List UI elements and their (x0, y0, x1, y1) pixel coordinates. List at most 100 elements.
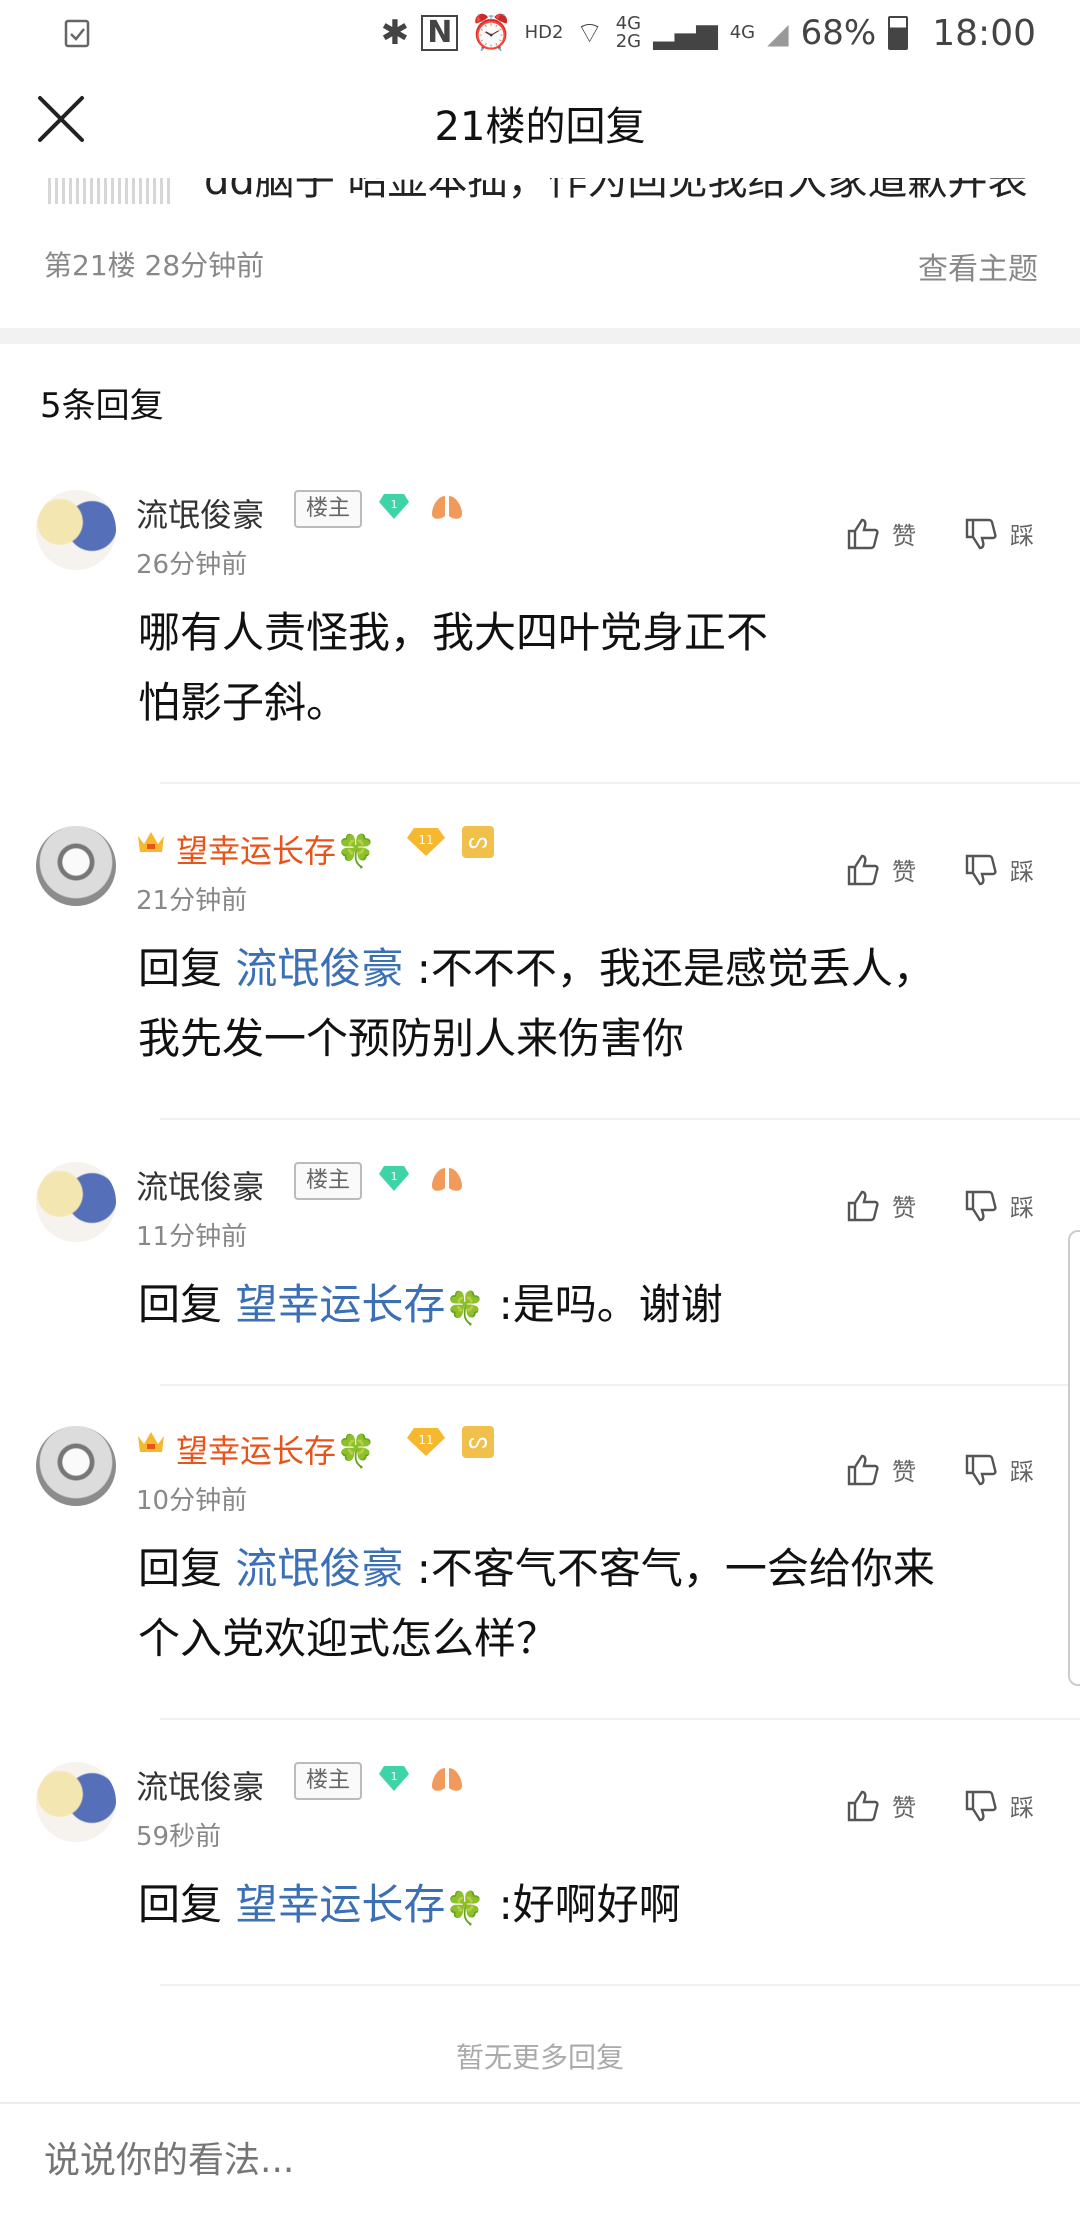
reply-time: 10分钟前 (136, 1486, 248, 1516)
thumbs-down-icon (965, 854, 997, 885)
username[interactable]: 流氓俊豪 (136, 1162, 264, 1208)
clover-icon: 🍀 (336, 832, 376, 870)
battery-percent: 68% (800, 13, 877, 53)
network-label: 4G 2G (615, 13, 642, 52)
network-label-b: 4G (729, 22, 756, 43)
reply-time: 26分钟前 (136, 550, 248, 580)
thumbs-down-icon (965, 518, 997, 549)
dislike-label: 踩 (1010, 858, 1034, 886)
thumbs-up-icon (847, 1790, 879, 1821)
username[interactable]: 流氓俊豪 (136, 1762, 264, 1808)
diamond-gem-icon: 1 (379, 494, 409, 519)
reply-time: 59秒前 (136, 1822, 222, 1852)
status-icons: ✱ N ⏰ HD2 ⌔ 4G 2G ▂▄▆ 4G ◢ 68% 18:00 (381, 10, 1036, 56)
signal-icon-b: ◢ (767, 16, 789, 50)
svg-text:1: 1 (391, 1170, 398, 1183)
username[interactable]: 望幸运长存🍀 (176, 826, 376, 872)
crown-icon (138, 1432, 164, 1452)
dislike-button[interactable]: 踩 (964, 1788, 1034, 1823)
view-topic-link[interactable]: 查看主题 (918, 244, 1038, 288)
bluetooth-icon: ✱ (380, 13, 410, 53)
dislike-button[interactable]: 踩 (964, 1452, 1034, 1487)
avatar[interactable] (36, 490, 116, 570)
lung-icon (432, 1768, 462, 1791)
clover-icon: 🍀 (445, 1289, 486, 1327)
thumbs-down-icon (965, 1790, 997, 1821)
mention-link[interactable]: 流氓俊豪 (235, 1544, 403, 1593)
reply-divider (160, 1118, 1080, 1120)
reply-divider (160, 1984, 1080, 1986)
hd-indicator: HD2 (524, 22, 564, 43)
reply-time: 21分钟前 (136, 886, 248, 916)
clover-icon: 🍀 (336, 1432, 376, 1470)
svg-text:11: 11 (418, 1433, 433, 1447)
reply-divider (160, 782, 1080, 784)
lung-icon (432, 496, 462, 519)
gold-gem-icon: 11 (407, 1428, 445, 1456)
like-button[interactable]: 赞 (846, 852, 916, 887)
original-post-preview[interactable]: dd脑子 昭显本拙，作为回见我给大家道歉并表 (0, 178, 1080, 206)
status-bar: ✱ N ⏰ HD2 ⌔ 4G 2G ▂▄▆ 4G ◢ 68% 18:00 (0, 0, 1080, 66)
reply-content: 哪有人责怪我，我大四叶党身正不 怕影子斜。 (138, 608, 769, 727)
owner-badge: 楼主 (294, 1162, 363, 1200)
like-button[interactable]: 赞 (846, 1188, 916, 1223)
battery-icon (888, 16, 909, 50)
like-button[interactable]: 赞 (846, 1788, 916, 1823)
thumbs-down-icon (965, 1454, 997, 1485)
username[interactable]: 流氓俊豪 (136, 490, 264, 536)
floor-meta: 第21楼 28分钟前 (44, 249, 265, 282)
clock: 18:00 (932, 12, 1036, 54)
avatar[interactable] (36, 826, 116, 906)
dislike-label: 踩 (1010, 1458, 1034, 1486)
like-label: 赞 (892, 1794, 916, 1822)
diamond-gem-icon: 1 (379, 1766, 409, 1791)
comment-input[interactable] (44, 2140, 1024, 2181)
reply-divider (160, 1718, 1080, 1720)
reply-content: 回复 望幸运长存🍀 :是吗。谢谢 (138, 1280, 723, 1329)
gold-gem-icon: 11 (407, 828, 445, 856)
crown-icon (138, 832, 164, 852)
header-bar: 21楼的回复 (0, 66, 1080, 178)
dislike-label: 踩 (1010, 522, 1034, 550)
reply-divider (160, 1384, 1080, 1386)
thumbs-up-icon (847, 1190, 879, 1221)
avatar[interactable] (36, 1426, 116, 1506)
alarm-icon: ⏰ (470, 13, 513, 53)
reply-content: 回复 流氓俊豪 :不客气不客气，一会给你来 个入党欢迎式怎么样？ (138, 1544, 935, 1663)
avatar[interactable] (36, 1762, 116, 1842)
post-text: dd脑子 昭显本拙，作为回见我给大家道歉并表 (204, 178, 1028, 204)
mention-link[interactable]: 望幸运长存🍀 (235, 1880, 485, 1929)
reply-count: 5条回复 (40, 386, 164, 426)
svg-text:11: 11 (418, 833, 433, 847)
compose-bar (0, 2102, 1080, 2222)
svg-text:1: 1 (391, 1770, 398, 1783)
nfc-icon: N (421, 15, 459, 51)
like-label: 赞 (892, 858, 916, 886)
mention-link[interactable]: 流氓俊豪 (235, 944, 403, 993)
no-more-replies: 暂无更多回复 (455, 2041, 624, 2074)
like-button[interactable]: 赞 (846, 516, 916, 551)
mention-link[interactable]: 望幸运长存🍀 (235, 1280, 485, 1329)
reply-time: 11分钟前 (136, 1222, 248, 1252)
post-image-thumbnail[interactable] (48, 178, 172, 204)
clover-icon: 🍀 (445, 1889, 486, 1927)
clipboard-check-icon (64, 19, 90, 48)
thumbs-up-icon (847, 518, 879, 549)
signal-icon: ▂▄▆ (653, 16, 718, 50)
scrollbar[interactable] (1068, 1230, 1080, 1686)
owner-badge: 楼主 (294, 490, 363, 528)
like-label: 赞 (892, 1458, 916, 1486)
avatar[interactable] (36, 1162, 116, 1242)
lung-icon (432, 1168, 462, 1191)
wifi-icon: ⌔ (575, 16, 604, 51)
dislike-button[interactable]: 踩 (964, 1188, 1034, 1223)
username[interactable]: 望幸运长存🍀 (176, 1426, 376, 1472)
dislike-button[interactable]: 踩 (964, 852, 1034, 887)
like-label: 赞 (892, 1194, 916, 1222)
dislike-button[interactable]: 踩 (964, 516, 1034, 551)
diamond-gem-icon: 1 (379, 1166, 409, 1191)
owner-badge: 楼主 (294, 1762, 363, 1800)
svg-text:1: 1 (391, 498, 398, 511)
thumbs-up-icon (847, 854, 879, 885)
like-button[interactable]: 赞 (846, 1452, 916, 1487)
